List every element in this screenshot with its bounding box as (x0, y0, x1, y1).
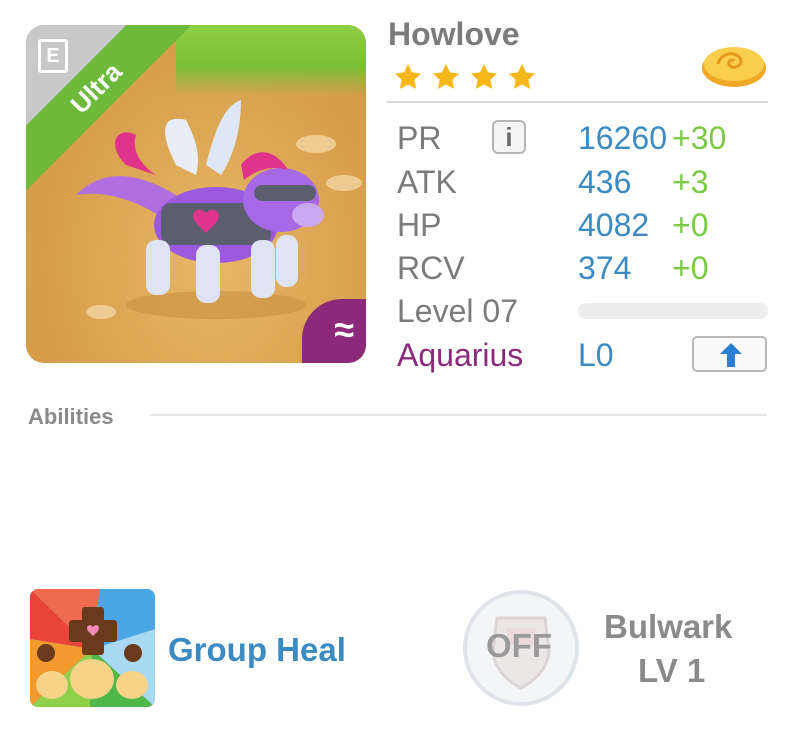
stat-bonus-hp: +0 (672, 207, 709, 243)
zodiac-label: Aquarius (397, 337, 524, 373)
level-label: Level 07 (397, 293, 518, 329)
star-icon (508, 63, 536, 89)
star-rating (393, 62, 545, 97)
abilities-divider (150, 414, 767, 416)
stat-value-pr: 16260 (578, 120, 667, 156)
stat-label-pr: PR (397, 120, 442, 156)
ability-state: OFF (486, 627, 552, 664)
abilities-section-label: Abilities (28, 404, 114, 429)
ability-name-group-heal[interactable]: Group Heal (168, 631, 346, 669)
upgrade-button[interactable] (692, 336, 767, 372)
aqua-element-icon: ≈ (334, 309, 354, 350)
star-icon (470, 63, 498, 89)
stat-value-rcv: 374 (578, 250, 632, 286)
stat-label-atk: ATK (397, 164, 457, 200)
stat-value-atk: 436 (578, 164, 632, 200)
star-icon (432, 63, 460, 89)
stat-value-hp: 4082 (578, 207, 650, 243)
stat-bonus-rcv: +0 (672, 250, 709, 286)
arrow-up-icon (720, 343, 742, 367)
evolution-icon[interactable]: E (38, 39, 68, 73)
stat-label-rcv: RCV (397, 250, 465, 286)
info-button[interactable]: i (492, 120, 526, 154)
ability-name-bulwark: Bulwark (604, 608, 733, 645)
monster-card[interactable]: Ultra E ≈ (26, 25, 366, 363)
group-heal-icon[interactable] (30, 589, 155, 707)
zodiac-level: L0 (578, 337, 614, 373)
stat-bonus-atk: +3 (672, 164, 709, 200)
stat-label-hp: HP (397, 207, 442, 243)
level-progress-bar (578, 303, 768, 319)
bun-icon[interactable] (700, 38, 768, 88)
ability-level-bulwark: LV 1 (638, 652, 706, 689)
star-icon (394, 63, 422, 89)
stat-bonus-pr: +30 (672, 120, 727, 156)
monster-name: Howlove (388, 16, 520, 52)
header-divider (387, 101, 768, 103)
